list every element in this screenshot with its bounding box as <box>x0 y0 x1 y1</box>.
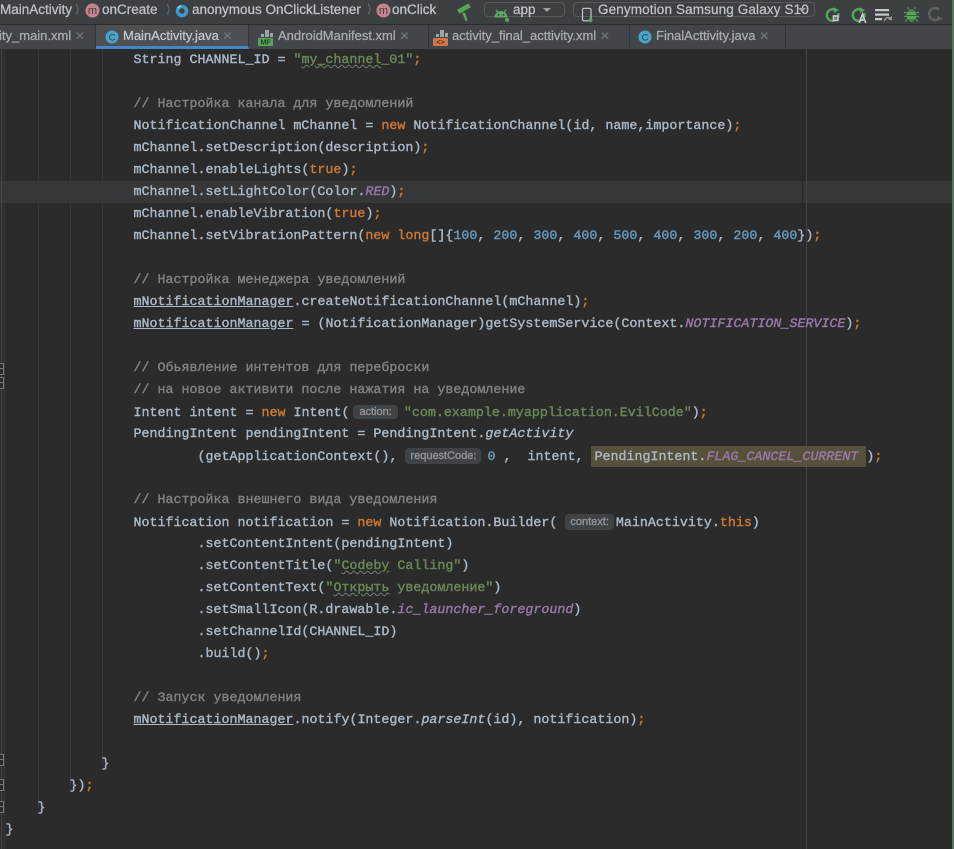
svg-text:C: C <box>642 33 649 44</box>
svg-text:m: m <box>379 5 388 17</box>
svg-text:MF: MF <box>260 40 271 47</box>
svg-text:C: C <box>109 33 116 44</box>
svg-text:m: m <box>88 5 97 17</box>
svg-text:<>: <> <box>436 40 444 47</box>
